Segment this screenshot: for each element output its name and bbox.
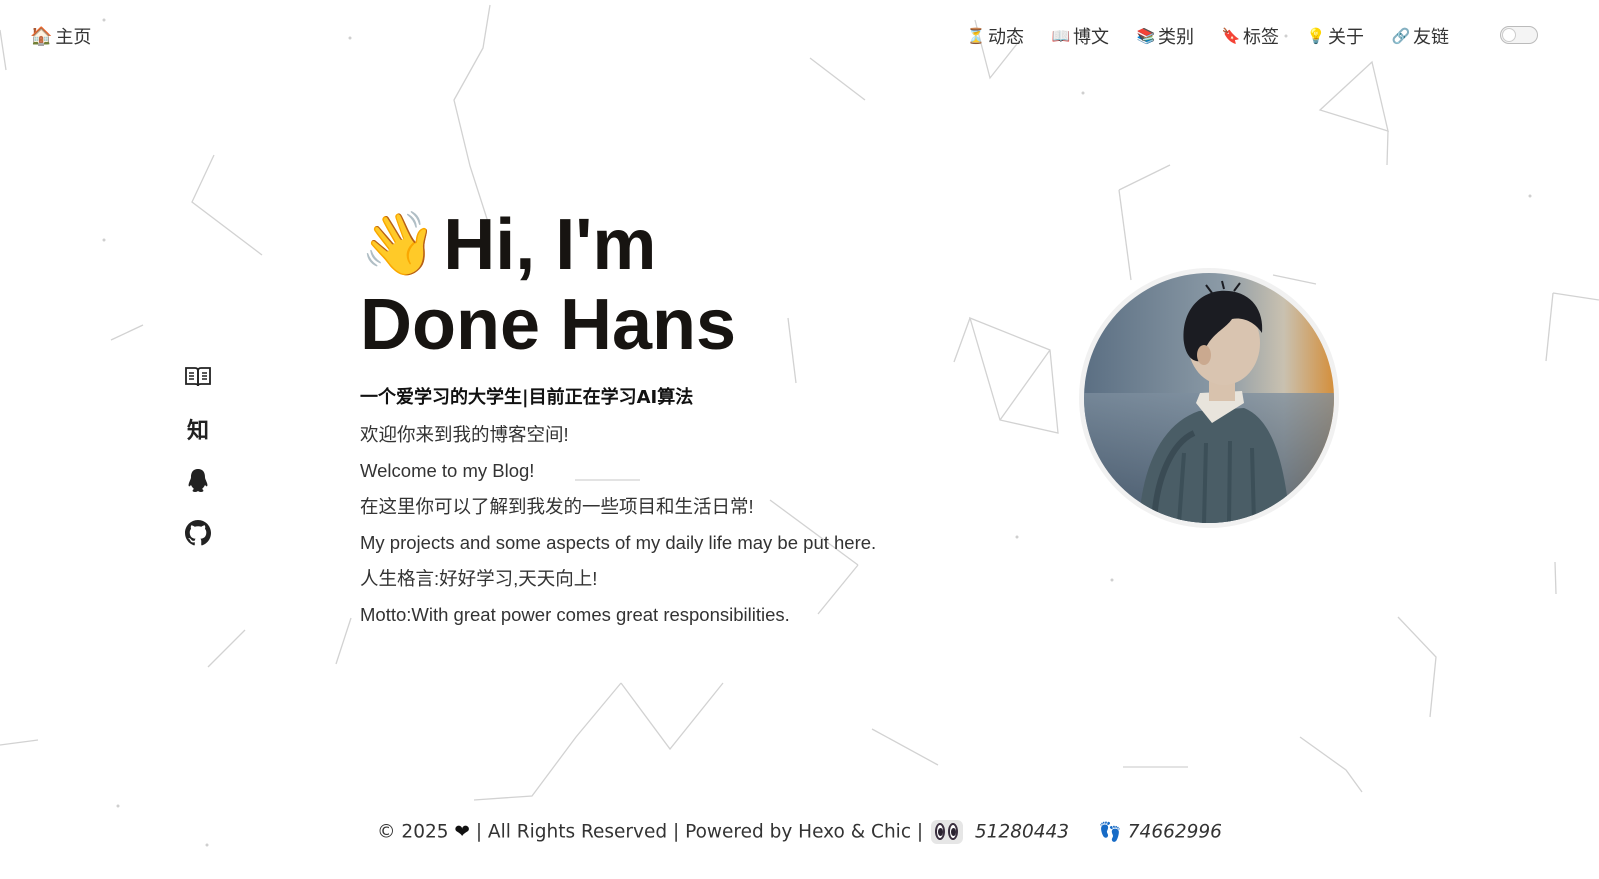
intro-line: Motto:With great power comes great respo… (360, 604, 790, 625)
intro-line: 人生格言:好好学习,天天向上! (360, 568, 598, 589)
footer: © 2025 ❤ | All Rights Reserved | Powered… (0, 820, 1599, 844)
page: 🏠 主页 ⏳ 动态 📖 博文 📚 类别 🔖 标签 💡 关于 🔗 友链 知 👋Hi… (0, 0, 1599, 879)
copyright: © 2025 (377, 821, 449, 843)
nav-item-label: 动态 (988, 27, 1024, 48)
house-icon: 🏠 (30, 25, 53, 47)
nav-item-about[interactable]: 💡 关于 (1306, 23, 1364, 49)
nav-item-label: 标签 (1243, 27, 1279, 48)
avatar-frame (1079, 268, 1339, 528)
visitors-count: 74662996 (1127, 821, 1222, 843)
book-link[interactable] (183, 362, 213, 392)
nav-item-tags[interactable]: 🔖 标签 (1221, 23, 1279, 49)
tag-icon: 🔖 (1221, 27, 1241, 45)
title-line-2: Done Hans (360, 285, 737, 365)
intro-line: Welcome to my Blog! (360, 460, 535, 481)
nav-home[interactable]: 🏠 主页 (30, 23, 91, 49)
page-title: 👋Hi, I'm Done Hans (360, 205, 920, 365)
nav-menu: ⏳ 动态 📖 博文 📚 类别 🔖 标签 💡 关于 🔗 友链 (966, 23, 1476, 49)
nav-item-categories[interactable]: 📚 类别 (1136, 23, 1194, 49)
nav-item-label: 博文 (1073, 27, 1109, 48)
zhihu-link[interactable]: 知 (183, 414, 213, 444)
github-icon (185, 520, 211, 546)
eyes-icon (931, 820, 963, 844)
nav-item-links[interactable]: 🔗 友链 (1391, 23, 1449, 49)
book-icon (185, 367, 211, 387)
intro-section: 👋Hi, I'm Done Hans 一个爱学习的大学生|目前正在学习AI算法 … (360, 205, 920, 633)
avatar (1084, 273, 1334, 523)
waving-hand-icon: 👋 (360, 210, 438, 279)
avatar-image (1084, 273, 1334, 523)
nav-home-label: 主页 (55, 27, 92, 48)
nav-item-label: 类别 (1158, 27, 1194, 48)
qq-link[interactable] (183, 466, 213, 496)
link-icon: 🔗 (1391, 27, 1411, 45)
social-links: 知 (183, 362, 213, 570)
intro-line: 欢迎你来到我的博客空间! (360, 424, 569, 445)
github-link[interactable] (183, 518, 213, 548)
intro-line: 在这里你可以了解到我发的一些项目和生活日常! (360, 496, 754, 517)
title-line-1: Hi, I'm (443, 205, 657, 285)
books-icon: 📚 (1136, 27, 1156, 45)
subtitle: 一个爱学习的大学生|目前正在学习AI算法 (360, 387, 694, 408)
nav-item-posts[interactable]: 📖 博文 (1051, 23, 1109, 49)
nav-item-label: 友链 (1413, 27, 1449, 48)
nav-item-moments[interactable]: ⏳ 动态 (966, 23, 1024, 49)
footer-rights: | All Rights Reserved | Powered by Hexo … (475, 821, 924, 843)
nav-item-label: 关于 (1328, 27, 1364, 48)
zhihu-icon: 知 (186, 419, 209, 444)
open-book-icon: 📖 (1051, 27, 1071, 45)
lightbulb-icon: 💡 (1306, 27, 1326, 45)
top-navbar: 🏠 主页 ⏳ 动态 📖 博文 📚 类别 🔖 标签 💡 关于 🔗 友链 (0, 0, 1599, 70)
page-views-count: 51280443 (974, 821, 1070, 843)
theme-toggle[interactable] (1500, 26, 1538, 44)
hourglass-icon: ⏳ (966, 27, 986, 45)
intro-line: My projects and some aspects of my daily… (360, 532, 877, 553)
toggle-knob (1502, 28, 1516, 42)
heart-icon: ❤ (454, 821, 470, 843)
footprints-icon: 👣 (1098, 822, 1122, 843)
qq-icon (188, 469, 208, 492)
